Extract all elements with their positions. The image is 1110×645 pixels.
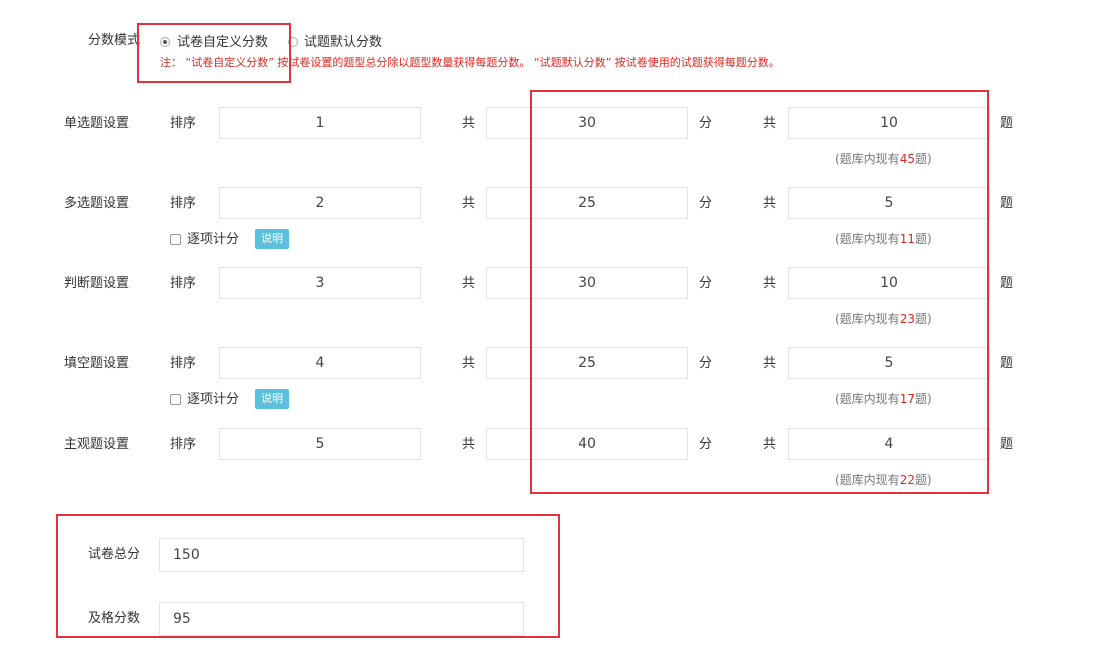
explain-button[interactable]: 说明	[255, 229, 289, 249]
section-name: 多选题设置	[64, 196, 130, 211]
order-label: 排序	[170, 196, 197, 211]
total-label: 共	[462, 356, 476, 371]
questions-label: 题	[1000, 437, 1014, 452]
section-name: 单选题设置	[64, 116, 130, 131]
section-name: 填空题设置	[64, 356, 130, 371]
per-item-scoring-checkbox[interactable]	[170, 234, 181, 245]
highlight-box-totals	[56, 514, 560, 638]
order-input[interactable]: 2	[219, 187, 421, 219]
order-label: 排序	[170, 356, 197, 371]
per-item-scoring-label[interactable]: 逐项计分	[187, 232, 239, 248]
questions-label: 题	[1000, 116, 1014, 131]
order-input[interactable]: 3	[219, 267, 421, 299]
questions-label: 题	[1000, 276, 1014, 291]
total-label: 共	[462, 437, 476, 452]
section-name: 判断题设置	[64, 276, 130, 291]
section-name: 主观题设置	[64, 437, 130, 452]
highlight-box-scores-counts	[530, 90, 989, 494]
per-item-scoring-label[interactable]: 逐项计分	[187, 392, 239, 408]
order-input[interactable]: 1	[219, 107, 421, 139]
radio-default-score-label[interactable]: 试题默认分数	[304, 35, 382, 51]
highlight-box-score-mode	[137, 23, 291, 83]
questions-label: 题	[1000, 196, 1014, 211]
explain-button[interactable]: 说明	[255, 389, 289, 409]
order-label: 排序	[170, 276, 197, 291]
per-item-scoring-checkbox[interactable]	[170, 394, 181, 405]
total-label: 共	[462, 196, 476, 211]
questions-label: 题	[1000, 356, 1014, 371]
order-label: 排序	[170, 116, 197, 131]
order-input[interactable]: 5	[219, 428, 421, 460]
total-label: 共	[462, 276, 476, 291]
score-mode-label: 分数模式	[88, 33, 141, 48]
total-label: 共	[462, 116, 476, 131]
order-label: 排序	[170, 437, 197, 452]
order-input[interactable]: 4	[219, 347, 421, 379]
